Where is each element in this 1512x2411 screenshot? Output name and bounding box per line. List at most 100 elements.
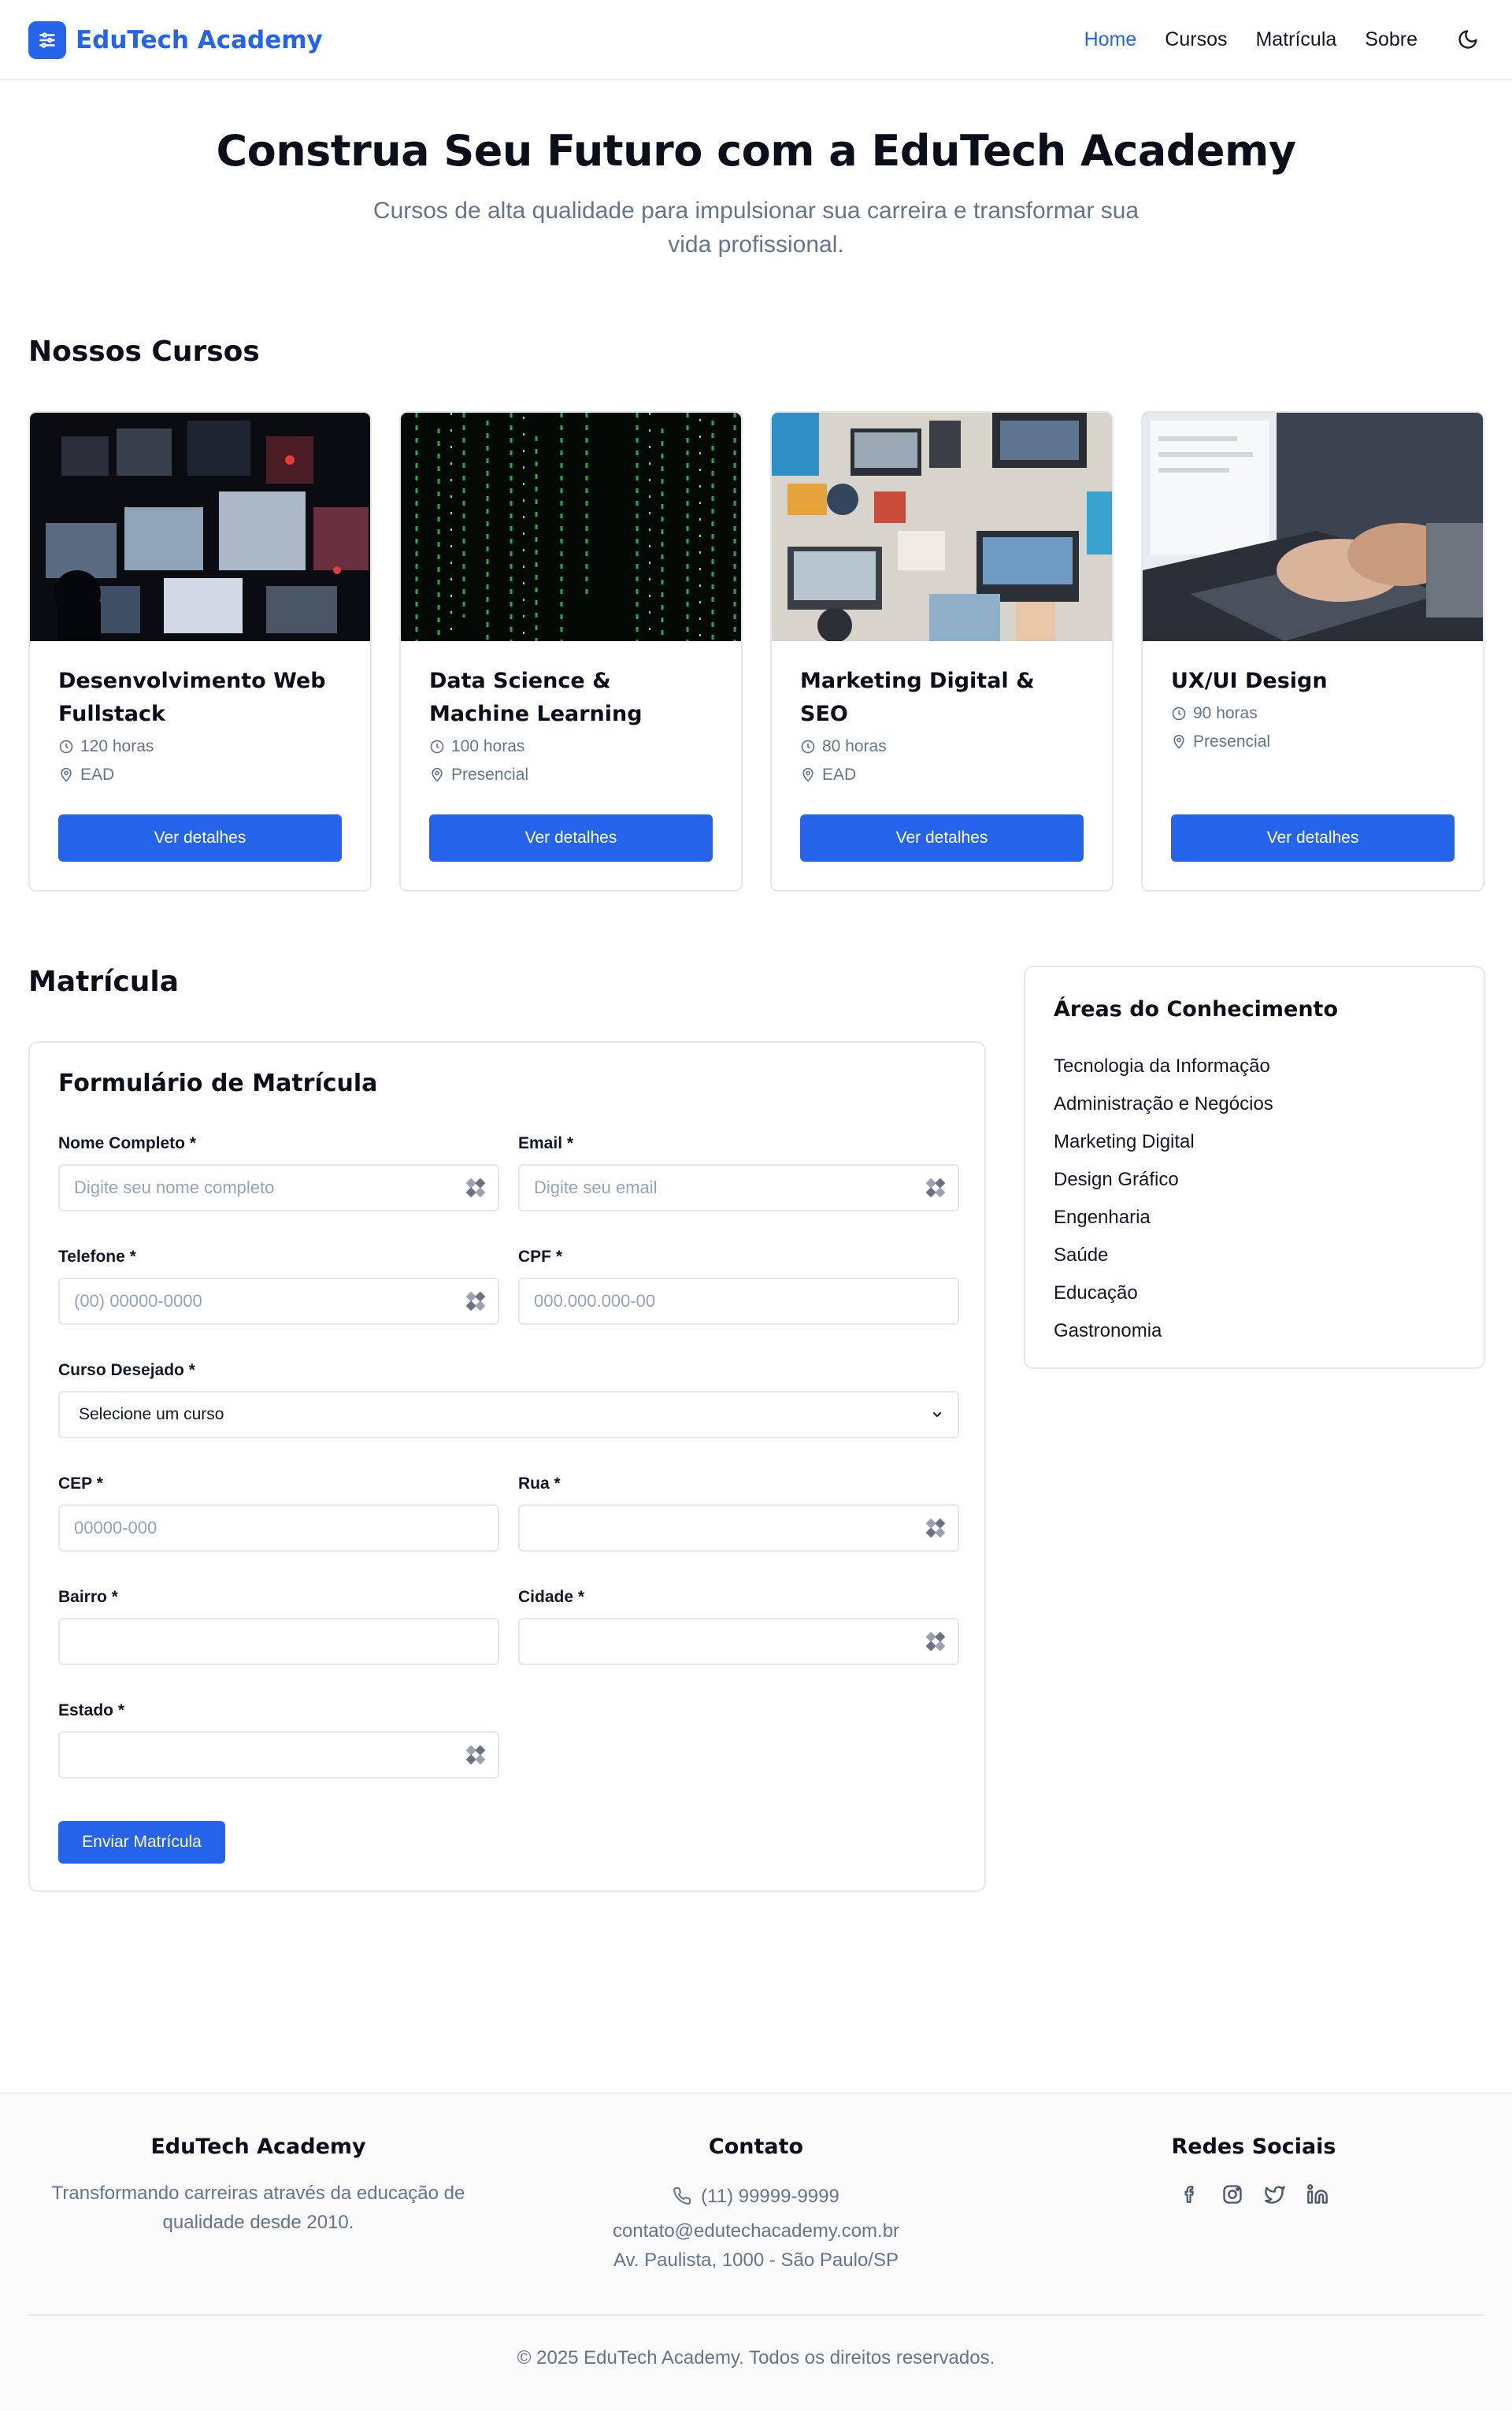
footer-divider: [28, 2314, 1484, 2316]
course-details-button[interactable]: Ver detalhes: [429, 814, 713, 862]
course-mode-text: Presencial: [451, 766, 529, 784]
course-card: Data Science & Machine Learning 100 hora…: [399, 411, 743, 892]
course-hours-text: 100 horas: [451, 737, 525, 755]
submit-enrollment-button[interactable]: Enviar Matrícula: [58, 1821, 225, 1864]
course-hours-text: 80 horas: [822, 737, 887, 755]
course-hours-text: 90 horas: [1193, 704, 1258, 722]
name-input[interactable]: [58, 1164, 499, 1211]
nav-cursos[interactable]: Cursos: [1165, 24, 1227, 55]
area-item[interactable]: Design Gráfico: [1054, 1161, 1273, 1199]
nav-matricula[interactable]: Matrícula: [1255, 24, 1336, 55]
field-label: Email *: [518, 1134, 574, 1152]
area-item[interactable]: Gastronomia: [1054, 1312, 1273, 1350]
autofill-icon[interactable]: [925, 1517, 947, 1539]
course-mode-text: Presencial: [1193, 733, 1271, 751]
field-rua: Rua *: [518, 1473, 959, 1552]
clock-icon: [430, 740, 444, 754]
site-header: EduTech Academy Home Cursos Matrícula So…: [0, 0, 1512, 80]
footer-contact: Contato (11) 99999-9999 contato@edutecha…: [520, 2131, 992, 2275]
field-label: Curso Desejado *: [58, 1361, 195, 1379]
course-hours: 100 horas: [429, 734, 713, 759]
course-details-button[interactable]: Ver detalhes: [1171, 814, 1455, 862]
course-card: Marketing Digital & SEO 80 horas EAD Ver…: [770, 411, 1114, 892]
field-label: Bairro *: [58, 1588, 118, 1606]
field-estado: Estado *: [58, 1700, 499, 1779]
autofill-icon[interactable]: [465, 1744, 487, 1766]
nav-sobre[interactable]: Sobre: [1365, 24, 1418, 55]
brand-name: EduTech Academy: [76, 26, 323, 54]
autofill-icon[interactable]: [925, 1177, 947, 1199]
course-image: [772, 413, 1112, 641]
course-mode-text: EAD: [822, 766, 857, 784]
footer-about-title: EduTech Academy: [150, 2135, 366, 2159]
neighborhood-input[interactable]: [58, 1618, 499, 1665]
autofill-icon[interactable]: [925, 1630, 947, 1652]
course-title: UX/UI Design: [1171, 669, 1328, 693]
field-curso: Curso Desejado * Selecione um curso: [58, 1359, 959, 1438]
moon-icon[interactable]: [1452, 24, 1484, 55]
course-hours: 90 horas: [1171, 701, 1455, 726]
footer-phone[interactable]: (11) 99999-9999: [520, 2179, 992, 2213]
course-select[interactable]: Selecione um curso: [58, 1391, 959, 1438]
course-title: Data Science & Machine Learning: [429, 669, 643, 726]
course-mode-text: EAD: [80, 766, 115, 784]
instagram-icon[interactable]: [1211, 2179, 1254, 2210]
facebook-icon[interactable]: [1169, 2179, 1211, 2210]
area-item[interactable]: Administração e Negócios: [1054, 1085, 1273, 1123]
field-label: Rua *: [518, 1474, 561, 1493]
field-label: Cidade *: [518, 1588, 585, 1606]
city-input[interactable]: [518, 1618, 959, 1665]
street-input[interactable]: [518, 1504, 959, 1552]
map-pin-icon: [1173, 734, 1184, 749]
state-input[interactable]: [58, 1731, 499, 1779]
course-title: Desenvolvimento Web Fullstack: [58, 669, 326, 726]
map-pin-icon: [61, 767, 72, 782]
courses-heading: Nossos Cursos: [28, 336, 260, 368]
field-telefone: Telefone *: [58, 1246, 499, 1325]
footer-social: Redes Sociais: [1017, 2131, 1490, 2210]
linkedin-icon[interactable]: [1296, 2179, 1339, 2210]
field-label: Telefone *: [58, 1248, 136, 1266]
enrollment-heading: Matrícula: [28, 966, 180, 998]
footer-contact-title: Contato: [708, 2135, 804, 2159]
area-item[interactable]: Saúde: [1054, 1237, 1273, 1274]
course-title: Marketing Digital & SEO: [800, 669, 1035, 726]
map-pin-icon: [802, 767, 813, 782]
map-pin-icon: [432, 767, 443, 782]
course-mode: Presencial: [1171, 729, 1455, 755]
area-item[interactable]: Tecnologia da Informação: [1054, 1048, 1273, 1085]
areas-list: Tecnologia da Informação Administração e…: [1054, 1048, 1273, 1350]
field-label: CPF *: [518, 1248, 563, 1266]
email-input[interactable]: [518, 1164, 959, 1211]
course-details-button[interactable]: Ver detalhes: [800, 814, 1084, 862]
field-bairro: Bairro *: [58, 1586, 499, 1665]
phone-input[interactable]: [58, 1278, 499, 1325]
cpf-input[interactable]: [518, 1278, 959, 1325]
hero-title: Construa Seu Futuro com a EduTech Academ…: [216, 126, 1296, 176]
cep-input[interactable]: [58, 1504, 499, 1552]
site-footer: EduTech Academy Transformando carreiras …: [0, 2092, 1512, 2411]
nav-home[interactable]: Home: [1084, 24, 1137, 55]
areas-title: Áreas do Conhecimento: [1054, 997, 1338, 1022]
twitter-icon[interactable]: [1254, 2179, 1296, 2210]
course-mode: Presencial: [429, 762, 713, 788]
course-image: [30, 413, 370, 641]
chevron-down-icon: [933, 1412, 941, 1417]
course-image: [401, 413, 741, 641]
brand-logo[interactable]: EduTech Academy: [28, 21, 323, 59]
area-item[interactable]: Marketing Digital: [1054, 1123, 1273, 1161]
course-hours: 120 horas: [58, 734, 342, 759]
course-mode: EAD: [800, 762, 1084, 788]
sliders-icon: [28, 21, 66, 59]
autofill-icon[interactable]: [465, 1290, 487, 1312]
autofill-icon[interactable]: [465, 1177, 487, 1199]
footer-phone-text: (11) 99999-9999: [701, 2185, 839, 2207]
area-item[interactable]: Educação: [1054, 1274, 1273, 1312]
footer-email[interactable]: contato@edutechacademy.com.br: [520, 2216, 992, 2246]
hero-subtitle: Cursos de alta qualidade para impulsiona…: [372, 198, 1140, 258]
area-item[interactable]: Engenharia: [1054, 1199, 1273, 1237]
course-card: Desenvolvimento Web Fullstack 120 horas …: [28, 411, 372, 892]
field-email: Email *: [518, 1133, 959, 1211]
course-details-button[interactable]: Ver detalhes: [58, 814, 342, 862]
course-select-value: Selecione um curso: [79, 1405, 224, 1423]
